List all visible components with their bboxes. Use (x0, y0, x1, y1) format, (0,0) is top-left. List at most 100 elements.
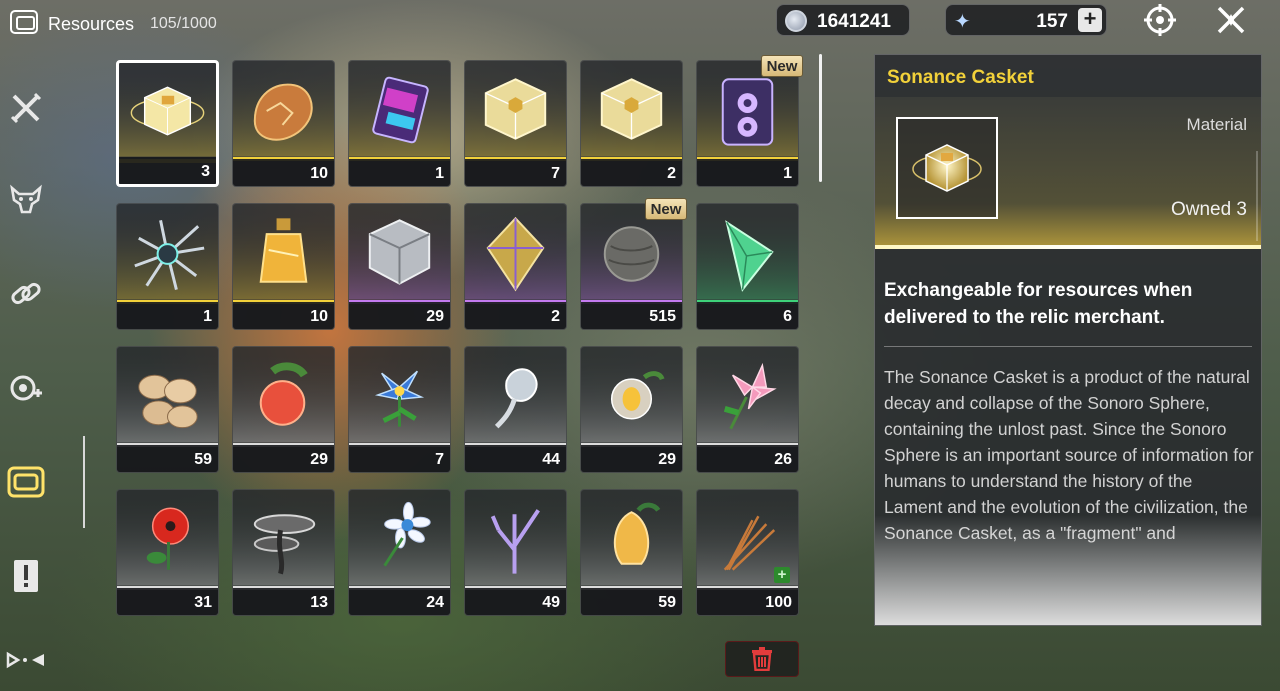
gear-settings-icon[interactable] (6, 368, 46, 408)
sonance-casket-art (912, 144, 982, 192)
inventory-slot[interactable]: 7 (348, 346, 451, 473)
divider (884, 346, 1252, 347)
item-count: 7 (435, 451, 444, 468)
item-detail-panel: Sonance Casket Material Owned 3 Exchange… (874, 54, 1262, 626)
item-count: 7 (551, 165, 560, 182)
item-count: 26 (774, 451, 792, 468)
trash-icon (752, 647, 772, 671)
target-crosshair-icon[interactable] (1143, 3, 1177, 37)
item-art (697, 347, 798, 443)
item-art (581, 61, 682, 157)
inventory-slot[interactable]: 59 (580, 489, 683, 616)
inventory-slot[interactable]: 13 (232, 489, 335, 616)
item-count: 1 (203, 308, 212, 325)
astrite-value: 157 (1036, 11, 1068, 32)
item-count: 1 (435, 165, 444, 182)
inventory-slot[interactable]: 3 (116, 60, 219, 187)
grid-scrollbar[interactable] (819, 54, 822, 182)
item-art (233, 490, 334, 586)
inventory-slot[interactable]: 10 (232, 60, 335, 187)
inventory-slot[interactable]: 59 (116, 346, 219, 473)
item-count: 515 (649, 308, 676, 325)
inventory-slot[interactable]: 44 (464, 346, 567, 473)
item-art (349, 347, 450, 443)
resources-box-icon (10, 10, 38, 34)
inventory-slot[interactable]: 49 (464, 489, 567, 616)
item-count: 13 (310, 594, 328, 611)
item-count: 44 (542, 451, 560, 468)
resources-box-icon[interactable] (6, 462, 46, 502)
item-preview (896, 117, 998, 219)
inventory-slot[interactable]: 2 (580, 60, 683, 187)
item-count: 3 (201, 163, 210, 180)
item-art (465, 61, 566, 157)
chain-link-icon[interactable] (6, 274, 46, 314)
inventory-slot[interactable]: 6 (696, 203, 799, 330)
item-count: 2 (667, 165, 676, 182)
item-art (465, 347, 566, 443)
item-count: 31 (194, 594, 212, 611)
crossed-swords-icon[interactable] (6, 88, 46, 128)
inventory-slot[interactable]: 10 (232, 203, 335, 330)
item-owned: Owned 3 (1170, 199, 1247, 220)
header-scrollbar[interactable] (1256, 151, 1258, 241)
inventory-slot[interactable]: 29 (348, 203, 451, 330)
inventory-slot[interactable]: 100 + (696, 489, 799, 616)
new-badge: New (645, 198, 687, 220)
add-astrite-button[interactable]: + (1078, 8, 1102, 32)
item-art (233, 347, 334, 443)
inventory-slot[interactable]: 515 (580, 203, 683, 330)
inventory-slot[interactable]: 1 (116, 203, 219, 330)
item-description: Exchangeable for resources when delivere… (884, 280, 1193, 328)
astrite-star-icon: ✦ (954, 11, 971, 33)
item-count: 10 (310, 165, 328, 182)
trash-button[interactable] (725, 641, 799, 677)
item-art (581, 490, 682, 586)
item-count: 29 (310, 451, 328, 468)
item-art (117, 490, 218, 586)
shell-credit-display: 1641241 (776, 4, 910, 36)
item-count: 100 (765, 594, 792, 611)
inventory-slot[interactable]: 26 (696, 346, 799, 473)
item-art (117, 347, 218, 443)
item-art (465, 490, 566, 586)
inventory-slot[interactable]: 29 (580, 346, 683, 473)
inventory-slot[interactable]: 1 (696, 60, 799, 187)
add-item-button[interactable]: + (774, 567, 790, 583)
inventory-slot[interactable]: 24 (348, 489, 451, 616)
item-count: 59 (658, 594, 676, 611)
item-count: 2 (551, 308, 560, 325)
inventory-slot[interactable]: 2 (464, 203, 567, 330)
item-art (349, 490, 450, 586)
shell-credit-value: 1641241 (817, 11, 891, 32)
item-art (119, 65, 216, 157)
item-art (465, 204, 566, 300)
item-count: 24 (426, 594, 444, 611)
inventory-slot[interactable]: 1 (348, 60, 451, 187)
item-art (349, 61, 450, 157)
lore-fade (875, 515, 1261, 625)
exclamation-card-icon[interactable] (6, 556, 46, 596)
item-title: Sonance Casket (887, 67, 1034, 88)
item-count: 1 (783, 165, 792, 182)
item-art (117, 204, 218, 300)
new-badge: New (761, 55, 803, 77)
capacity-counter: 105/1000 (150, 15, 217, 32)
shell-coin-icon (785, 10, 807, 32)
close-x-icon[interactable] (1214, 3, 1248, 37)
demon-mask-icon[interactable] (6, 180, 46, 220)
astrite-display: ✦ 157 + (945, 4, 1107, 36)
item-count: 49 (542, 594, 560, 611)
special-items-icon[interactable] (6, 640, 46, 680)
item-art (233, 204, 334, 300)
item-art (581, 347, 682, 443)
item-header: Material Owned 3 (875, 97, 1261, 249)
item-count: 10 (310, 308, 328, 325)
item-art (349, 204, 450, 300)
inventory-slot[interactable]: 7 (464, 60, 567, 187)
inventory-slot[interactable]: 31 (116, 489, 219, 616)
inventory-slot[interactable]: 29 (232, 346, 335, 473)
top-bar: Resources 105/1000 1641241 ✦ 157 + (0, 0, 1280, 46)
item-art (697, 204, 798, 300)
item-art (233, 61, 334, 157)
